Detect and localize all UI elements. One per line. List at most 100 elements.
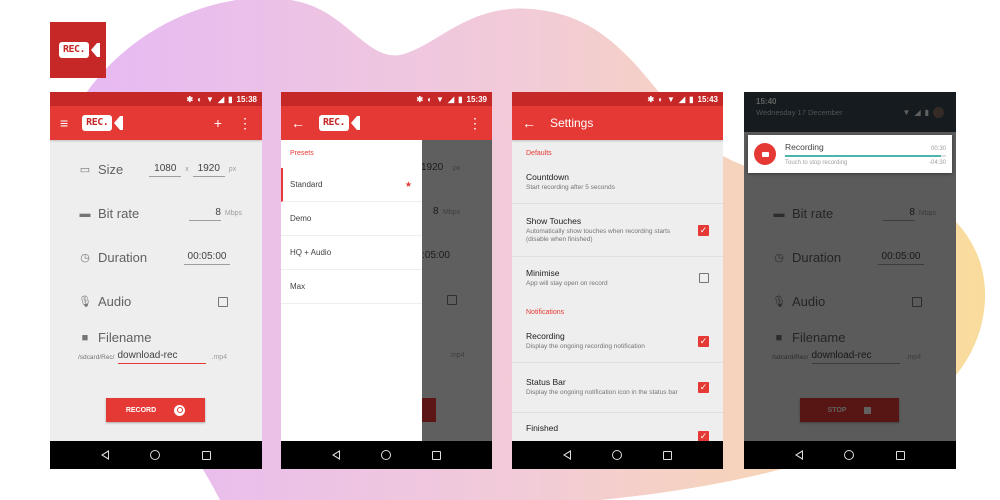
- phone-screen-recording: 15:40 Wednesday 17 December ▼ ◢ ▮ Record…: [744, 92, 956, 469]
- preset-item-hq-audio[interactable]: HQ + Audio: [281, 236, 422, 270]
- height-input[interactable]: 1920: [192, 163, 225, 177]
- audio-row: 🎙︎ Audio: [78, 294, 242, 309]
- nav-back-icon[interactable]: [562, 450, 571, 460]
- rec-camera-icon: REC.: [82, 115, 124, 131]
- app-bar: ← REC. ⋮: [281, 106, 492, 140]
- recording-notification[interactable]: Recording 00:30 Touch to stop recording …: [748, 135, 952, 173]
- pref-countdown[interactable]: Countdown Start recording after 5 second…: [512, 162, 723, 204]
- arrow-back-icon[interactable]: ←: [291, 116, 305, 130]
- pref-status-bar[interactable]: Status Bar Display the ongoing notificat…: [512, 363, 723, 413]
- app-bar: ← Settings: [512, 106, 723, 140]
- wifi-icon: ▼: [206, 94, 214, 104]
- audio-checkbox[interactable]: [218, 296, 228, 307]
- folder-icon: ■: [775, 331, 783, 344]
- signal-icon: ◢: [447, 94, 455, 104]
- preset-item-standard[interactable]: Standard ★: [281, 168, 422, 202]
- signal-icon: ◢: [678, 94, 686, 104]
- nav-recents-icon[interactable]: [896, 450, 906, 460]
- minimise-checkbox[interactable]: [699, 273, 709, 283]
- rec-camera-icon: REC.: [58, 42, 101, 58]
- battery-icon: ▮: [458, 94, 463, 104]
- movie-clapper-icon: ▬: [79, 207, 91, 220]
- nav-home-icon[interactable]: [380, 450, 391, 460]
- rec-camera-icon: REC.: [319, 115, 361, 131]
- phone-screen-presets: ✱ ◐ ▼ ◢ ▮ 15:39 ← REC. ⋮ 1920 px 8 Mbps …: [281, 92, 492, 469]
- filename-row: ■ Filename: [772, 330, 936, 345]
- pref-minimise[interactable]: Minimise App will stay open on record: [512, 257, 723, 299]
- clock-icon: ◷: [80, 252, 90, 264]
- audio-row: 🎙︎ Audio: [772, 294, 936, 309]
- android-nav-bar: [744, 441, 956, 469]
- user-avatar-icon[interactable]: [933, 106, 944, 118]
- nav-recents-icon[interactable]: [663, 450, 673, 460]
- nav-home-icon[interactable]: [844, 450, 855, 460]
- android-nav-bar: [50, 441, 262, 469]
- shade-date: Wednesday 17 December: [756, 108, 843, 117]
- presets-header: Presets: [290, 150, 314, 157]
- battery-icon: ▮: [689, 94, 694, 104]
- arrow-back-icon[interactable]: ←: [522, 116, 536, 130]
- nav-back-icon[interactable]: [794, 450, 803, 460]
- record-settings-form: ▬ Bit rate 8 Mbps ◷ Duration 00:05:00 🎙︎…: [744, 140, 956, 422]
- recording-checkbox[interactable]: ✓: [698, 336, 709, 347]
- more-vert-icon[interactable]: ⋮: [468, 116, 482, 130]
- settings-list: Defaults Countdown Start recording after…: [512, 140, 723, 453]
- nav-recents-icon[interactable]: [432, 450, 442, 460]
- battery-icon: ▮: [924, 107, 929, 117]
- pref-show-touches[interactable]: Show Touches Automatically show touches …: [512, 204, 723, 257]
- presets-drawer: Presets Standard ★ Demo HQ + Audio Max: [281, 140, 422, 441]
- vibrate-icon: ◐: [658, 94, 664, 104]
- record-button[interactable]: RECORD: [106, 398, 205, 422]
- filename-label: Filename: [98, 330, 152, 345]
- record-icon: [174, 404, 186, 416]
- preset-item-max[interactable]: Max: [281, 270, 422, 304]
- filename-input[interactable]: download-rec: [117, 350, 206, 364]
- nav-home-icon[interactable]: [150, 450, 161, 460]
- shade-time: 15:40: [756, 97, 777, 106]
- nav-home-icon[interactable]: [611, 450, 622, 460]
- filename-input-row: /sdcard/Rec/ download-rec .mp4: [772, 350, 936, 364]
- clock-icon: ◷: [774, 252, 784, 264]
- wifi-icon: ▼: [436, 94, 444, 104]
- section-header-defaults: Defaults: [526, 150, 552, 157]
- duration-row: ◷ Duration 00:05:00: [78, 250, 242, 265]
- notification-shade-header: 15:40 Wednesday 17 December ▼ ◢ ▮: [744, 92, 956, 132]
- bitrate-input[interactable]: 8: [188, 207, 221, 221]
- status-bar: ✱ ◐ ▼ ◢ ▮ 15:38: [50, 92, 262, 106]
- width-input[interactable]: 1080: [149, 163, 182, 177]
- nav-back-icon[interactable]: [100, 450, 109, 460]
- phone-screen-settings: ✱ ◐ ▼ ◢ ▮ 15:43 ← Settings Defaults Coun…: [512, 92, 723, 469]
- recording-progress-bar: [785, 155, 946, 157]
- status-bar: ✱ ◐ ▼ ◢ ▮ 15:39: [281, 92, 492, 106]
- status-time: 15:43: [697, 94, 718, 104]
- vibrate-icon: ◐: [197, 94, 203, 104]
- battery-icon: ▮: [228, 94, 233, 104]
- plus-icon[interactable]: +: [214, 116, 222, 130]
- microphone-icon: 🎙︎: [78, 296, 92, 308]
- bitrate-label: Bit rate: [98, 206, 140, 221]
- bluetooth-icon: ✱: [186, 94, 194, 104]
- signal-icon: ◢: [914, 107, 921, 117]
- phone-screen-main: ✱ ◐ ▼ ◢ ▮ 15:38 ≡ REC. + ⋮ ▭ Size 1080 x…: [50, 92, 262, 469]
- nav-back-icon[interactable]: [331, 450, 340, 460]
- app-bar: ≡ REC. + ⋮: [50, 106, 262, 140]
- vibrate-icon: ◐: [427, 94, 433, 104]
- aspect-ratio-icon: ▭: [79, 164, 91, 176]
- preset-item-demo[interactable]: Demo: [281, 202, 422, 236]
- stop-icon: [864, 406, 872, 414]
- status-bar: ✱ ◐ ▼ ◢ ▮ 15:43: [512, 92, 723, 106]
- more-vert-icon[interactable]: ⋮: [238, 116, 252, 130]
- status-bar-checkbox[interactable]: ✓: [698, 382, 709, 393]
- nav-recents-icon[interactable]: [202, 450, 212, 460]
- bitrate-row: ▬ Bit rate 8 Mbps: [79, 206, 243, 221]
- show-touches-checkbox[interactable]: ✓: [698, 224, 709, 236]
- size-row: ▭ Size 1080 x 1920 px: [79, 162, 237, 177]
- status-time: 15:38: [236, 94, 257, 104]
- duration-dropdown[interactable]: 00:05:00: [184, 251, 230, 265]
- hamburger-menu-icon[interactable]: ≡: [60, 116, 68, 130]
- stop-button[interactable]: STOP: [800, 398, 899, 422]
- size-label: Size: [98, 162, 124, 177]
- star-icon: ★: [404, 180, 412, 189]
- pref-recording[interactable]: Recording Display the ongoing recording …: [512, 321, 723, 363]
- bluetooth-icon: ✱: [416, 94, 424, 104]
